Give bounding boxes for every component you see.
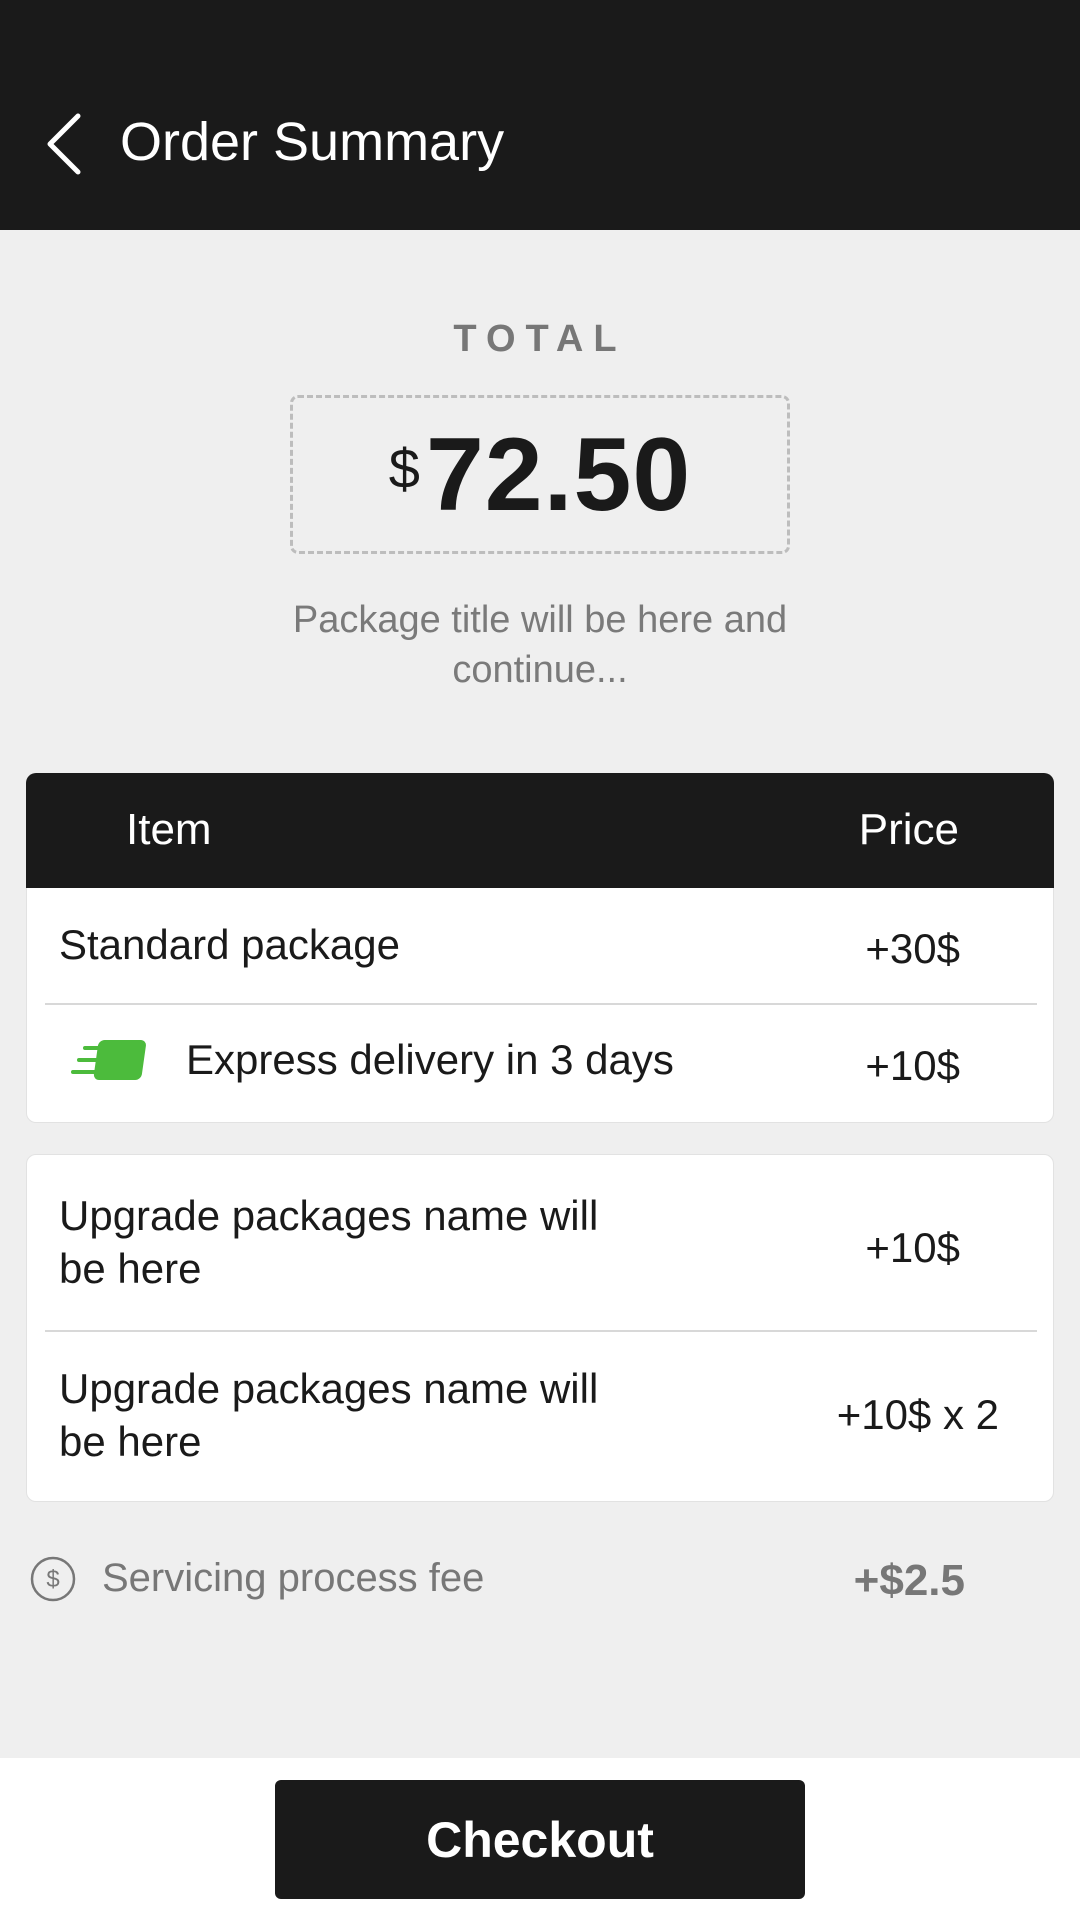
checkout-button[interactable]: Checkout bbox=[275, 1780, 805, 1899]
package-title: Package title will be here and continue.… bbox=[292, 599, 788, 691]
back-button[interactable] bbox=[36, 108, 92, 180]
chevron-left-icon bbox=[47, 113, 81, 175]
footer-bar: Checkout bbox=[0, 1758, 1080, 1921]
table-header: Item Price bbox=[26, 773, 1054, 888]
row-label: Upgrade packages name will be here bbox=[59, 1192, 599, 1292]
row-price: +30$ bbox=[865, 925, 960, 972]
column-header-item: Item bbox=[126, 805, 212, 854]
row-price: +10$ bbox=[865, 1042, 960, 1089]
row-label: Standard package bbox=[59, 921, 400, 968]
row-price: +10$ bbox=[865, 1224, 960, 1271]
dollar-circle-icon: $ bbox=[30, 1556, 76, 1602]
fee-label: Servicing process fee bbox=[102, 1556, 485, 1600]
table-row: Standard package +30$ bbox=[27, 888, 1055, 1003]
servicing-fee-row: $ Servicing process fee +$2.5 bbox=[30, 1552, 1050, 1612]
total-amount: 72.50 bbox=[425, 416, 692, 533]
total-label: TOTAL bbox=[453, 318, 627, 360]
row-price: +10$ x 2 bbox=[836, 1391, 999, 1438]
base-items-card: Standard package +30$ Express delivery i… bbox=[26, 888, 1054, 1123]
table-row: Upgrade packages name will be here +10$ … bbox=[27, 1332, 1055, 1503]
upgrade-items-card: Upgrade packages name will be here +10$ … bbox=[26, 1154, 1054, 1502]
checkout-label: Checkout bbox=[426, 1811, 654, 1868]
svg-text:$: $ bbox=[46, 1566, 59, 1593]
fee-price: +$2.5 bbox=[853, 1556, 965, 1605]
row-label: Upgrade packages name will be here bbox=[59, 1365, 599, 1465]
column-header-price: Price bbox=[858, 805, 959, 854]
app-header: Order Summary bbox=[0, 0, 1080, 230]
total-amount-box: $ 72.50 bbox=[290, 395, 790, 554]
currency-symbol: $ bbox=[388, 437, 420, 500]
page-title: Order Summary bbox=[120, 112, 505, 172]
row-label: Express delivery in 3 days bbox=[186, 1036, 674, 1083]
table-row: Upgrade packages name will be here +10$ bbox=[27, 1155, 1055, 1330]
table-row: Express delivery in 3 days +10$ bbox=[27, 1005, 1055, 1123]
